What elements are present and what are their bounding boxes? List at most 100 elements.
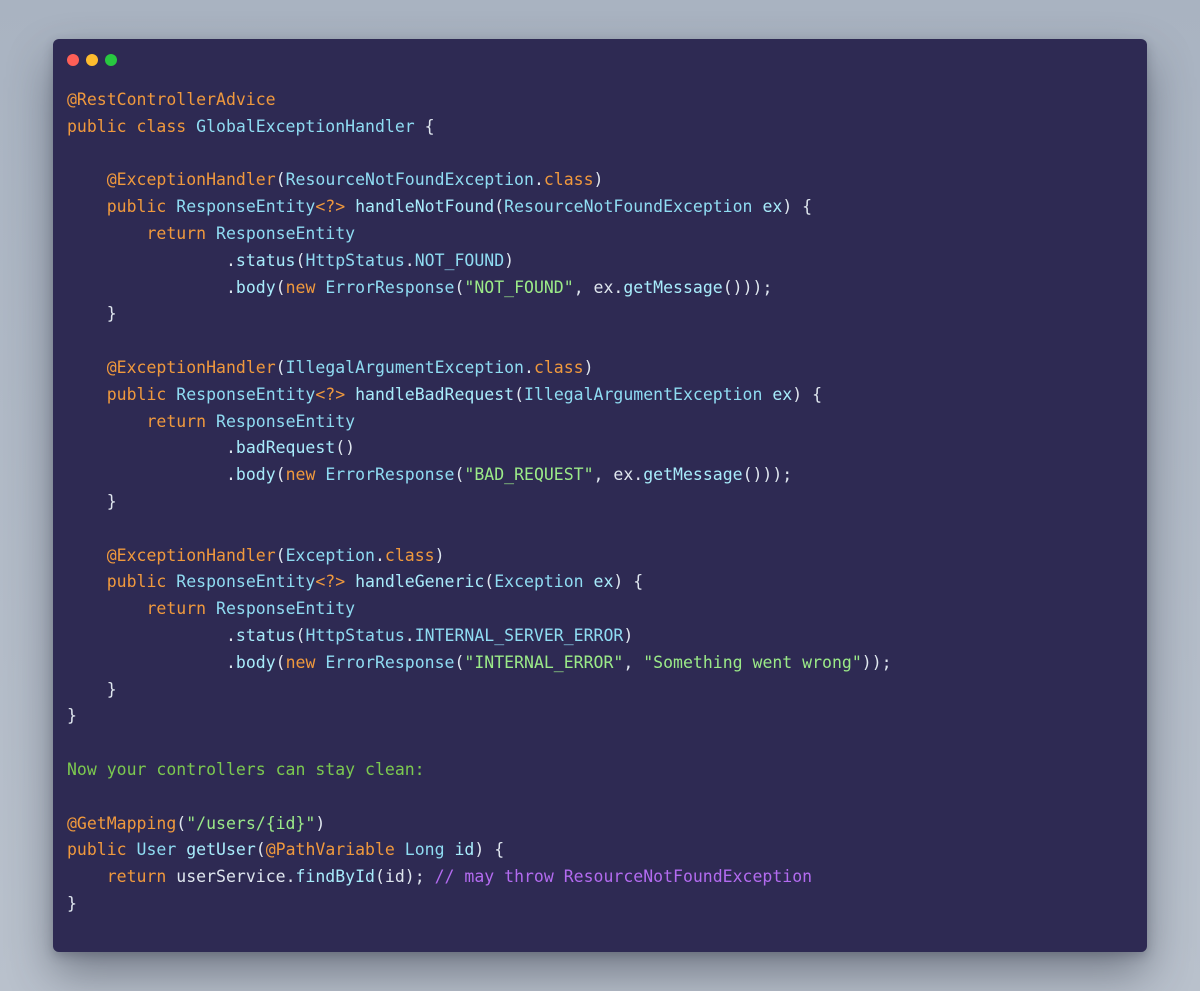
- code-line: }: [67, 891, 1137, 918]
- code-line: @GetMapping("/users/{id}"): [67, 811, 1137, 838]
- code-token: ) {: [792, 384, 823, 404]
- code-token: <?>: [315, 572, 346, 592]
- code-token: User: [136, 840, 177, 860]
- code-line: Now your controllers can stay clean:: [67, 757, 1137, 784]
- code-token: "Something went wrong": [643, 652, 862, 672]
- code-token: getUser: [186, 840, 256, 860]
- code-token: (: [494, 197, 505, 217]
- code-token: HttpStatus: [305, 250, 405, 270]
- code-token: .: [67, 277, 236, 297]
- close-icon[interactable]: [67, 54, 79, 66]
- code-token: (: [176, 813, 187, 833]
- code-token: ex: [593, 572, 614, 592]
- code-token: body: [235, 465, 276, 485]
- code-token: findById: [295, 867, 375, 887]
- code-line: .status(HttpStatus.NOT_FOUND): [67, 248, 1137, 275]
- code-token: ResponseEntity: [216, 599, 356, 619]
- code-line: }: [67, 489, 1137, 516]
- code-token: Exception: [494, 572, 584, 592]
- code-token: INTERNAL_SERVER_ERROR: [414, 625, 624, 645]
- code-line: }: [67, 703, 1137, 730]
- code-token: ResponseEntity: [176, 572, 316, 592]
- code-token: .: [524, 357, 534, 377]
- code-line: public ResponseEntity<?> handleGeneric(E…: [67, 569, 1137, 596]
- minimize-icon[interactable]: [86, 54, 98, 66]
- code-token: IllegalArgumentException: [524, 384, 763, 404]
- code-token: class: [543, 170, 594, 190]
- code-token: new: [285, 277, 316, 297]
- code-token: NOT_FOUND: [414, 250, 505, 270]
- code-line: }: [67, 301, 1137, 328]
- code-token: @ExceptionHandler: [106, 545, 276, 565]
- code-token: public: [106, 572, 167, 592]
- code-window: @RestControllerAdvice public class Global…: [53, 39, 1147, 952]
- code-line: .body(new ErrorResponse("BAD_REQUEST", e…: [67, 462, 1137, 489]
- code-token: ): [434, 545, 445, 565]
- code-token: (: [255, 840, 266, 860]
- code-line: @ExceptionHandler(ResourceNotFoundExcept…: [67, 167, 1137, 194]
- code-token: (: [275, 277, 286, 297]
- code-token: (: [514, 384, 525, 404]
- code-token: class: [136, 116, 187, 136]
- code-line: public ResponseEntity<?> handleBadReques…: [67, 382, 1137, 409]
- code-token: (): [335, 438, 356, 458]
- code-token: , ex.: [593, 465, 644, 485]
- code-token: ErrorResponse: [325, 652, 455, 672]
- code-line: @ExceptionHandler(Exception.class): [67, 543, 1137, 570]
- code-token: (: [275, 170, 286, 190]
- code-token: id: [454, 840, 475, 860]
- code-token: .: [67, 465, 236, 485]
- code-line: .body(new ErrorResponse("INTERNAL_ERROR"…: [67, 650, 1137, 677]
- zoom-icon[interactable]: [105, 54, 117, 66]
- code-token: (: [275, 357, 286, 377]
- code-token: // may throw ResourceNotFoundException: [434, 867, 813, 887]
- code-line: @RestControllerAdvice: [67, 87, 1137, 114]
- code-token: .: [67, 625, 236, 645]
- code-token: ): [504, 250, 515, 270]
- code-token: "INTERNAL_ERROR": [464, 652, 624, 672]
- code-token: ));: [861, 652, 892, 672]
- code-token: userService.: [166, 867, 296, 887]
- code-token: (: [454, 277, 465, 297]
- code-token: getMessage: [643, 465, 743, 485]
- code-token: ) {: [613, 572, 644, 592]
- code-line: @ExceptionHandler(IllegalArgumentExcepti…: [67, 355, 1137, 382]
- code-token: "/users/{id}": [186, 813, 316, 833]
- code-token: Exception: [285, 545, 375, 565]
- code-token: ErrorResponse: [325, 277, 455, 297]
- code-token: .: [67, 652, 236, 672]
- code-token: {: [414, 116, 435, 136]
- code-line: public class GlobalExceptionHandler {: [67, 114, 1137, 141]
- code-token: badRequest: [235, 438, 336, 458]
- code-token: handleBadRequest: [355, 384, 515, 404]
- code-token: status: [235, 250, 296, 270]
- code-token: .: [404, 250, 415, 270]
- code-token: ): [623, 625, 634, 645]
- code-token: ResponseEntity: [176, 384, 316, 404]
- code-token: Now your controllers can stay clean:: [67, 759, 425, 779]
- code-token: "NOT_FOUND": [464, 277, 574, 297]
- code-line: .body(new ErrorResponse("NOT_FOUND", ex.…: [67, 275, 1137, 302]
- code-token: ): [593, 170, 604, 190]
- code-token: .: [374, 545, 385, 565]
